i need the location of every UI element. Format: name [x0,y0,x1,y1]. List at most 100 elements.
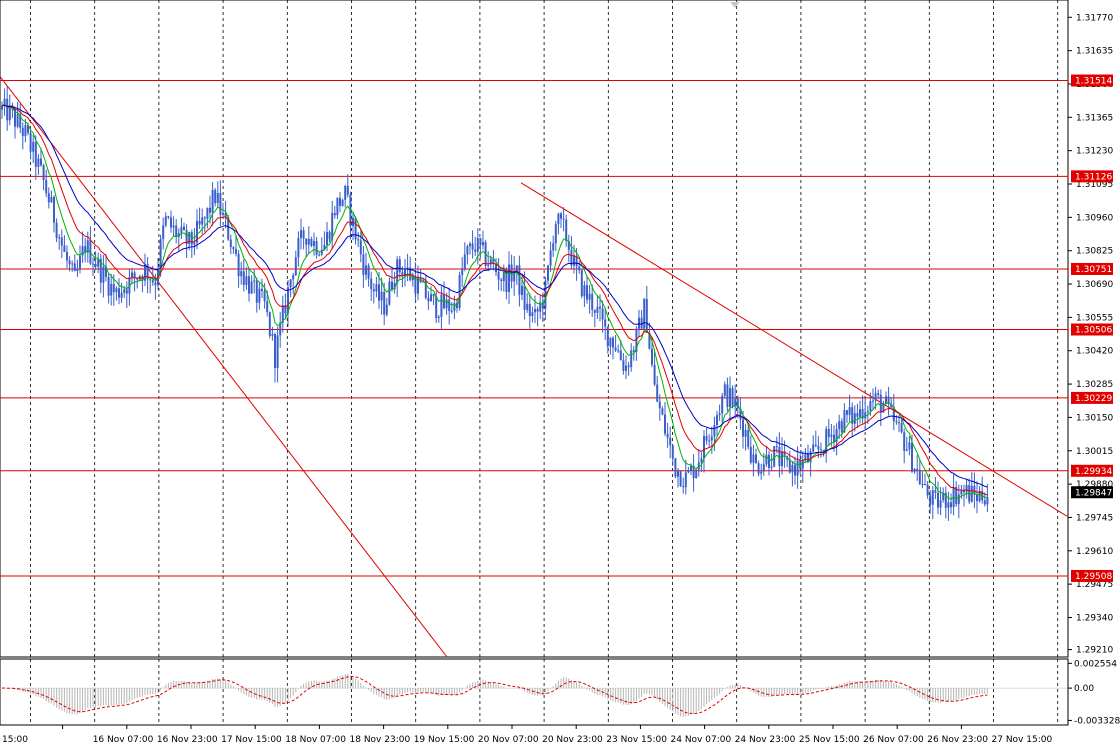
candle-body [664,414,666,434]
candle-body [726,384,729,407]
time-tick-label: 24 Nov 23:00 [735,735,796,745]
candle-body [617,350,620,352]
candle-body [859,408,861,417]
candle-body [102,266,105,283]
candle-body [658,401,661,409]
candle-body [73,263,76,272]
candle-body [474,249,477,252]
candle-body [378,284,380,301]
candle-body [354,217,357,240]
candle-body [687,470,690,473]
price-tick-label: 1.30555 [1076,313,1113,323]
candle-body [510,264,513,282]
candle-body [591,293,594,310]
candle-body [248,276,250,294]
candle-body [742,419,744,437]
candle-body [92,263,94,265]
candle-body [947,502,950,508]
candle-body [775,446,778,448]
candle-body [502,271,505,282]
candle-body [315,241,318,255]
candle-body [245,276,248,285]
candle-body [466,246,469,255]
candle-body [879,394,882,413]
candle-body [710,436,713,441]
candle-body [965,485,968,493]
candle-body [268,312,271,336]
candle-body [755,454,757,464]
candle-body [908,442,911,450]
candle-body [55,222,58,238]
candle-body [367,265,370,279]
candle-body [362,254,365,275]
candle-body [388,281,391,305]
level-tag-label: 1.30506 [1075,325,1112,335]
candle-body [887,396,890,404]
candle-body [29,132,32,152]
candle-body [679,471,682,487]
candle-body [440,294,443,317]
candle-body [929,495,932,505]
candle-body [21,127,24,136]
candle-body [164,216,167,226]
candle-body [427,297,430,302]
candle-body [71,263,74,265]
time-tick-label: 25 Nov 15:00 [799,735,860,745]
candle-body [162,225,165,240]
candle-body [336,197,339,216]
candle-body [76,269,79,272]
candle-body [115,288,118,293]
candle-body [359,240,362,255]
candle-body [240,271,243,277]
candle-body [222,213,224,215]
candle-body [170,217,172,228]
candle-body [118,288,120,298]
candle-body [601,308,604,320]
candle-body [255,280,258,303]
candle-body [682,486,685,488]
candle-body [744,430,747,437]
level-tag-label: 1.30229 [1075,394,1112,404]
price-tick-label: 1.29210 [1076,646,1113,656]
candle-body [45,180,48,194]
candle-body [950,502,952,508]
candle-body [838,421,841,430]
candle-body [149,279,152,281]
candle-body [261,288,263,291]
candle-body [898,422,900,424]
candle-body [619,350,622,361]
price-tick-label: 1.30150 [1076,413,1113,423]
candle-body [916,468,919,470]
candle-body [242,271,245,285]
candle-body [518,265,521,295]
candle-body [921,483,924,485]
candle-body [846,410,848,415]
price-chart[interactable]: 1.317701.316351.315001.313651.312301.310… [0,0,1120,754]
candle-body [760,471,763,474]
candle-body [580,270,583,297]
candle-body [151,280,154,283]
candle-body [271,334,274,336]
candle-body [612,337,614,348]
candle-body [913,468,916,472]
candle-body [471,243,474,250]
time-tick-label: 23 Nov 15:00 [606,735,667,745]
candle-body [365,265,367,275]
candle-body [154,282,157,286]
candle-body [258,288,261,303]
candle-body [833,434,835,442]
candle-body [856,413,859,417]
candle-body [905,449,908,451]
candle-body [333,212,336,216]
candle-body [781,451,783,467]
candle-body [820,449,822,451]
time-tick-label: 18 Nov 23:00 [350,735,411,745]
candle-body [396,259,399,283]
candle-body [276,335,279,368]
candle-body [437,316,440,318]
candle-body [643,298,646,329]
candle-body [669,437,672,446]
candle-body [214,189,217,204]
candle-body [16,114,19,127]
candle-body [599,306,601,309]
